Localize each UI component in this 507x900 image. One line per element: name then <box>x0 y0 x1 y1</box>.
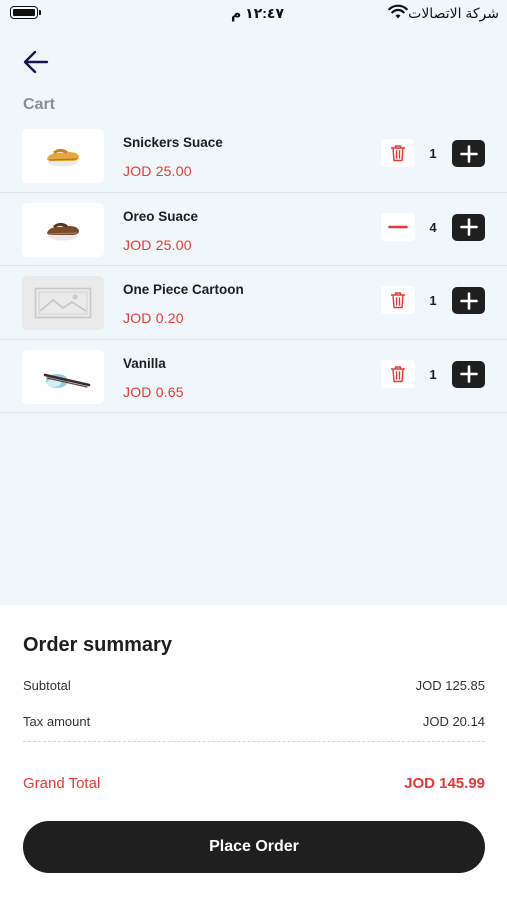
delete-button[interactable] <box>381 139 415 167</box>
delete-button[interactable] <box>381 286 415 314</box>
tax-value: JOD 20.14 <box>422 714 485 729</box>
plus-icon <box>459 218 478 236</box>
quantity-value: 1 <box>429 146 437 161</box>
order-summary-title: Order summary <box>23 634 172 656</box>
status-time: ١٢:٤٧ م <box>231 5 284 21</box>
item-name: Snickers Suace <box>123 135 223 150</box>
grand-total-row: Grand Total JOD 145.99 <box>23 775 485 792</box>
item-price: JOD 25.00 <box>123 236 192 253</box>
increase-quantity-button[interactable] <box>452 287 485 314</box>
place-order-button[interactable]: Place Order <box>23 821 485 873</box>
image-placeholder-icon <box>34 287 92 319</box>
status-carrier: شركة الاتصالات <box>408 5 499 21</box>
trash-icon <box>390 365 406 382</box>
sandal-photo <box>47 148 79 167</box>
cart-item[interactable]: One Piece Cartoon JOD 0.20 1 <box>0 266 507 340</box>
minus-icon <box>388 225 408 228</box>
grand-total-value: JOD 145.99 <box>404 775 485 792</box>
tax-label: Tax amount <box>23 714 91 729</box>
pen-photo <box>43 373 91 388</box>
status-bar: ١٢:٤٧ م شركة الاتصالات <box>0 0 507 30</box>
cart-item[interactable]: Snickers Suace JOD 25.00 1 <box>0 119 507 193</box>
plus-icon <box>459 291 478 310</box>
subtotal-row: Subtotal JOD 125.85 <box>23 678 485 693</box>
page-title: Cart <box>23 96 56 113</box>
product-image <box>22 349 104 404</box>
product-image <box>22 276 104 330</box>
delete-button[interactable] <box>381 359 415 388</box>
quantity-value: 4 <box>429 219 437 235</box>
item-name: Oreo Suace <box>123 208 199 224</box>
tax-row: Tax amount JOD 20.14 <box>23 714 485 729</box>
battery-icon <box>10 6 41 19</box>
sandal-photo <box>47 222 79 240</box>
cart-item[interactable]: Oreo Suace JOD 25.00 4 <box>0 193 507 266</box>
grand-total-label: Grand Total <box>23 775 101 792</box>
subtotal-label: Subtotal <box>23 678 71 693</box>
item-price: JOD 0.20 <box>123 310 184 326</box>
item-price: JOD 25.00 <box>123 163 192 179</box>
plus-icon <box>459 144 478 163</box>
decrease-quantity-button[interactable] <box>381 212 415 241</box>
item-name: One Piece Cartoon <box>123 282 244 297</box>
summary-divider <box>23 741 485 742</box>
cart-item[interactable]: Vanilla JOD 0.65 1 <box>0 340 507 413</box>
increase-quantity-button[interactable] <box>452 360 485 388</box>
cart-list: Snickers Suace JOD 25.00 1 Oreo Suace JO… <box>0 119 507 413</box>
increase-quantity-button[interactable] <box>452 213 485 241</box>
quantity-value: 1 <box>429 366 437 382</box>
product-image <box>22 202 104 257</box>
wifi-icon <box>388 4 408 19</box>
arrow-left-icon <box>23 50 49 74</box>
back-button[interactable] <box>20 46 52 78</box>
item-price: JOD 0.65 <box>123 383 184 400</box>
product-image <box>22 129 104 183</box>
quantity-value: 1 <box>429 293 437 308</box>
plus-icon <box>459 365 478 383</box>
trash-icon <box>390 292 406 309</box>
item-name: Vanilla <box>123 355 166 371</box>
trash-icon <box>390 145 406 162</box>
increase-quantity-button[interactable] <box>452 140 485 167</box>
order-summary-panel: Order summary Subtotal JOD 125.85 Tax am… <box>0 605 507 900</box>
subtotal-value: JOD 125.85 <box>415 678 485 693</box>
